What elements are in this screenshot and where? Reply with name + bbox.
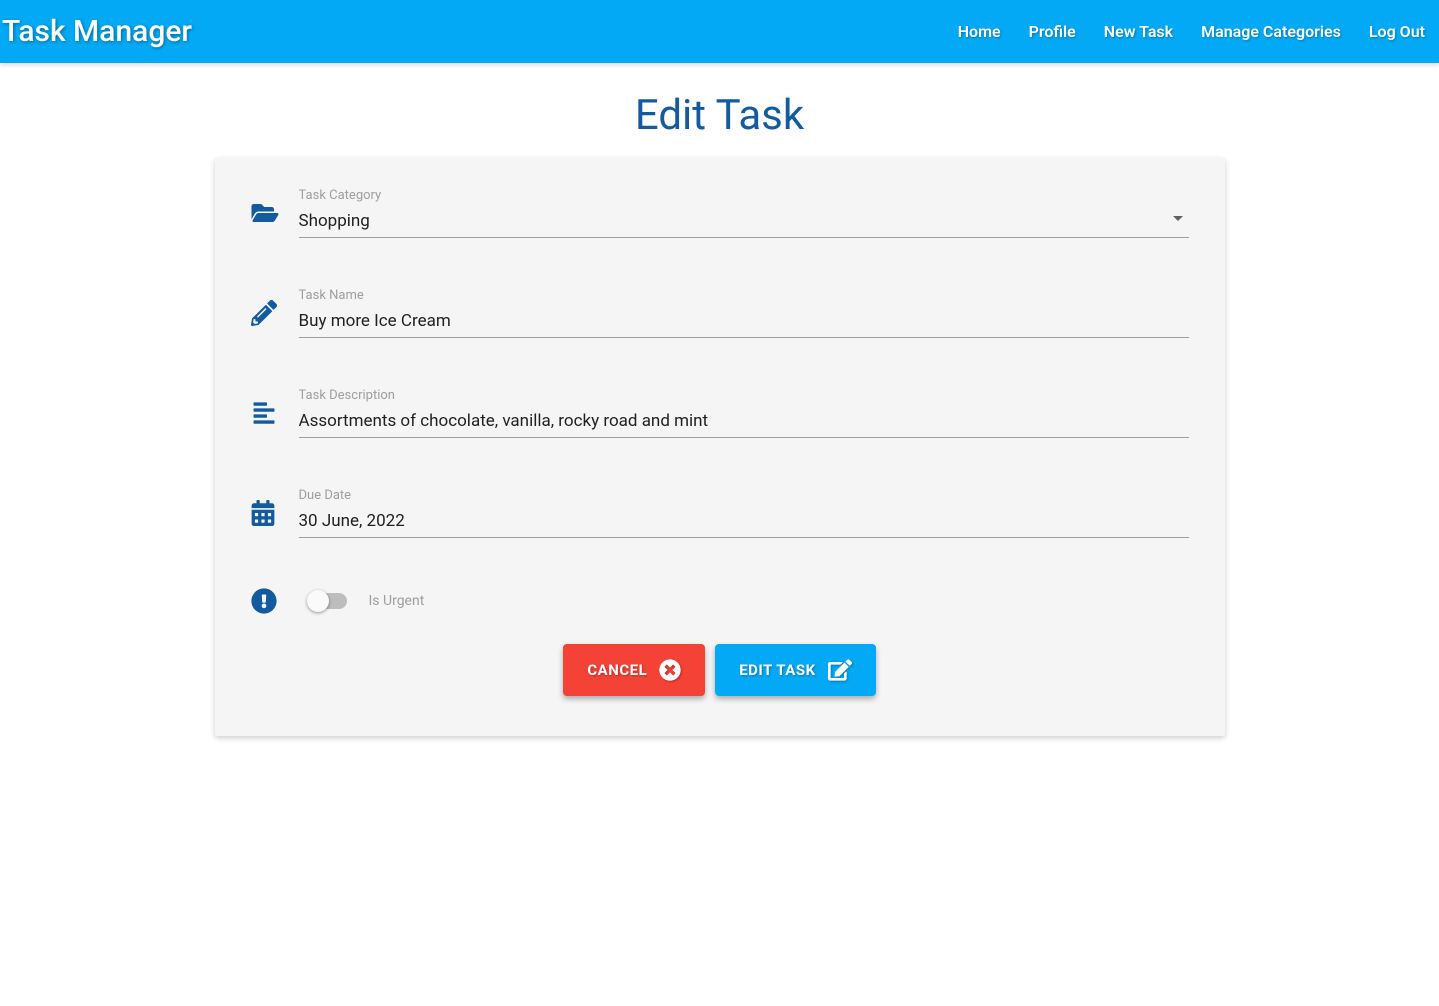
button-row: CANCEL EDIT TASK — [251, 644, 1189, 696]
times-circle-icon — [659, 659, 681, 681]
toggle-thumb — [307, 590, 329, 612]
cancel-button-label: CANCEL — [587, 661, 647, 679]
description-field-body: Task Description — [299, 388, 1189, 438]
calendar-icon — [251, 500, 299, 526]
field-row-description: Task Description — [251, 388, 1189, 438]
field-row-category: Task Category — [251, 188, 1189, 238]
nav-manage-categories[interactable]: Manage Categories — [1201, 22, 1341, 41]
description-label: Task Description — [299, 388, 1189, 403]
edit-icon — [828, 658, 852, 682]
page-title: Edit Task — [0, 91, 1439, 140]
due-date-input[interactable] — [299, 507, 1189, 538]
urgent-toggle[interactable] — [309, 593, 347, 609]
field-row-urgent: Is Urgent — [251, 588, 1189, 614]
pencil-icon — [251, 300, 299, 326]
navbar: Task Manager Home Profile New Task Manag… — [0, 0, 1439, 63]
name-field-body: Task Name — [299, 288, 1189, 338]
task-name-input[interactable] — [299, 307, 1189, 338]
nav-log-out[interactable]: Log Out — [1369, 22, 1425, 41]
edit-task-button[interactable]: EDIT TASK — [715, 644, 875, 696]
nav-links: Home Profile New Task Manage Categories … — [958, 22, 1425, 41]
due-date-field-body: Due Date — [299, 488, 1189, 538]
name-label: Task Name — [299, 288, 1189, 303]
field-row-name: Task Name — [251, 288, 1189, 338]
app-title: Task Manager — [0, 14, 192, 49]
task-description-input[interactable] — [299, 407, 1189, 438]
nav-new-task[interactable]: New Task — [1104, 22, 1173, 41]
urgent-label: Is Urgent — [369, 593, 425, 609]
folder-open-icon — [251, 201, 299, 225]
category-label: Task Category — [299, 188, 1189, 203]
nav-profile[interactable]: Profile — [1029, 22, 1076, 41]
cancel-button[interactable]: CANCEL — [563, 644, 705, 696]
nav-home[interactable]: Home — [958, 22, 1001, 41]
urgent-toggle-wrap: Is Urgent — [309, 593, 425, 609]
category-field-body: Task Category — [299, 188, 1189, 238]
field-row-due-date: Due Date — [251, 488, 1189, 538]
due-date-label: Due Date — [299, 488, 1189, 503]
category-select[interactable] — [299, 207, 1189, 238]
edit-task-button-label: EDIT TASK — [739, 661, 815, 679]
exclamation-circle-icon — [251, 588, 299, 614]
edit-task-card: Task Category Task Name Task Description… — [215, 158, 1225, 736]
align-left-icon — [251, 401, 299, 425]
